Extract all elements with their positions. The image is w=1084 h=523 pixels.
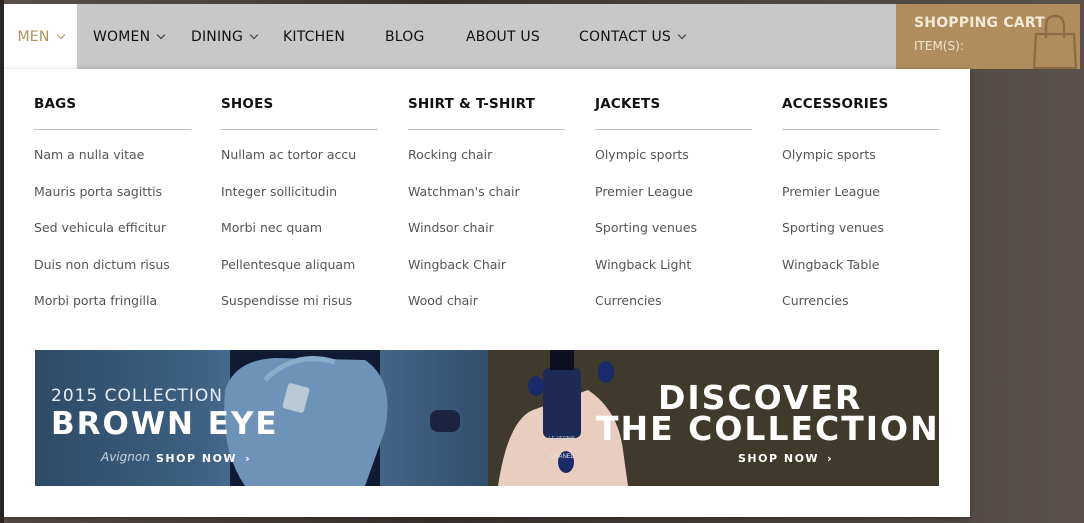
nav-item-label: WOMEN xyxy=(93,28,151,45)
menu-link[interactable]: Olympic sports xyxy=(595,147,689,162)
nav-item-dining[interactable]: DINING xyxy=(191,4,259,69)
shop-now-link[interactable]: SHOP NOW › xyxy=(156,452,251,465)
banner-signature: Avignon xyxy=(101,450,150,464)
menu-link[interactable]: Windsor chair xyxy=(408,220,494,235)
nav-item-label: BLOG xyxy=(385,28,425,45)
menu-link[interactable]: Currencies xyxy=(782,293,849,308)
divider xyxy=(221,129,378,130)
menu-link[interactable]: Sed vehicula efficitur xyxy=(34,220,166,235)
divider xyxy=(408,129,565,130)
menu-link[interactable]: Nullam ac tortor accu xyxy=(221,147,356,162)
column-heading: SHOES xyxy=(221,96,274,112)
column-heading: SHIRT & T-SHIRT xyxy=(408,96,536,112)
chevron-right-icon: › xyxy=(245,452,252,465)
divider xyxy=(782,129,939,130)
menu-link[interactable]: Olympic sports xyxy=(782,147,876,162)
menu-link[interactable]: Morbi nec quam xyxy=(221,220,322,235)
menu-link[interactable]: Pellentesque aliquam xyxy=(221,257,355,272)
divider xyxy=(595,129,752,130)
menu-link[interactable]: Wingback Table xyxy=(782,257,879,272)
menu-link[interactable]: Sporting venues xyxy=(782,220,884,235)
menu-link[interactable]: Wood chair xyxy=(408,293,478,308)
cart-item-count: ITEM(S): xyxy=(914,39,964,53)
shop-now-label: SHOP NOW xyxy=(156,452,238,465)
nav-item-label: CONTACT US xyxy=(579,28,671,45)
menu-link[interactable]: Premier League xyxy=(595,184,693,199)
shopping-cart-button[interactable]: SHOPPING CART ITEM(S): xyxy=(896,4,1080,69)
divider xyxy=(34,129,191,130)
column-heading: ACCESSORIES xyxy=(782,96,889,112)
banner-line2: THE COLLECTION xyxy=(596,409,939,448)
product-small-label: LE VERNIS xyxy=(549,436,576,442)
column-heading: JACKETS xyxy=(595,96,661,112)
menu-link[interactable]: Morbi porta fringilla xyxy=(34,293,157,308)
menu-link[interactable]: Wingback Light xyxy=(595,257,691,272)
menu-link[interactable]: Integer sollicitudin xyxy=(221,184,337,199)
banner-title: BROWN EYE xyxy=(51,406,279,442)
nav-item-label: ABOUT US xyxy=(466,28,540,45)
menu-link[interactable]: Suspendisse mi risus xyxy=(221,293,352,308)
chevron-down-icon xyxy=(56,30,65,39)
main-navbar: MEN WOMEN DINING KITCHEN BLOG ABOUT US C… xyxy=(4,4,896,69)
shop-now-link[interactable]: SHOP NOW › xyxy=(738,452,833,465)
shopping-bag-icon xyxy=(1032,14,1078,69)
chevron-down-icon xyxy=(157,30,166,39)
nav-item-men[interactable]: MEN xyxy=(4,4,77,69)
nav-item-label: DINING xyxy=(191,28,244,45)
menu-link[interactable]: Sporting venues xyxy=(595,220,697,235)
menu-link[interactable]: Nam a nulla vitae xyxy=(34,147,144,162)
chevron-down-icon xyxy=(249,30,259,39)
shop-now-label: SHOP NOW xyxy=(738,452,820,465)
mega-menu-dropdown: BAGS Nam a nulla vitae Mauris porta sagi… xyxy=(4,69,970,517)
chevron-right-icon: › xyxy=(827,452,834,465)
nav-item-label: MEN xyxy=(17,28,50,45)
nav-item-blog[interactable]: BLOG xyxy=(385,4,425,69)
menu-link[interactable]: Rocking chair xyxy=(408,147,492,162)
nav-item-about-us[interactable]: ABOUT US xyxy=(466,4,540,69)
nav-item-kitchen[interactable]: KITCHEN xyxy=(283,4,345,69)
menu-link[interactable]: Mauris porta sagittis xyxy=(34,184,162,199)
banner-discover-collection[interactable]: LE VERNIS CHANEL DISCOVER THE COLLECTION… xyxy=(488,350,939,486)
menu-link[interactable]: Currencies xyxy=(595,293,662,308)
nav-item-label: KITCHEN xyxy=(283,28,346,45)
nav-item-contact-us[interactable]: CONTACT US xyxy=(579,4,687,69)
menu-link[interactable]: Watchman's chair xyxy=(408,184,520,199)
banner-kicker: 2015 COLLECTION xyxy=(51,386,223,406)
menu-link[interactable]: Duis non dictum risus xyxy=(34,257,170,272)
chevron-down-icon xyxy=(677,30,687,39)
banner-brown-eye[interactable]: 2015 COLLECTION BROWN EYE Avignon SHOP N… xyxy=(35,350,488,486)
menu-link[interactable]: Premier League xyxy=(782,184,880,199)
cart-title: SHOPPING CART xyxy=(914,15,1045,31)
product-brand-label: CHANEL xyxy=(550,454,575,460)
column-heading: BAGS xyxy=(34,96,77,112)
menu-link[interactable]: Wingback Chair xyxy=(408,257,506,272)
nav-item-women[interactable]: WOMEN xyxy=(93,4,166,69)
